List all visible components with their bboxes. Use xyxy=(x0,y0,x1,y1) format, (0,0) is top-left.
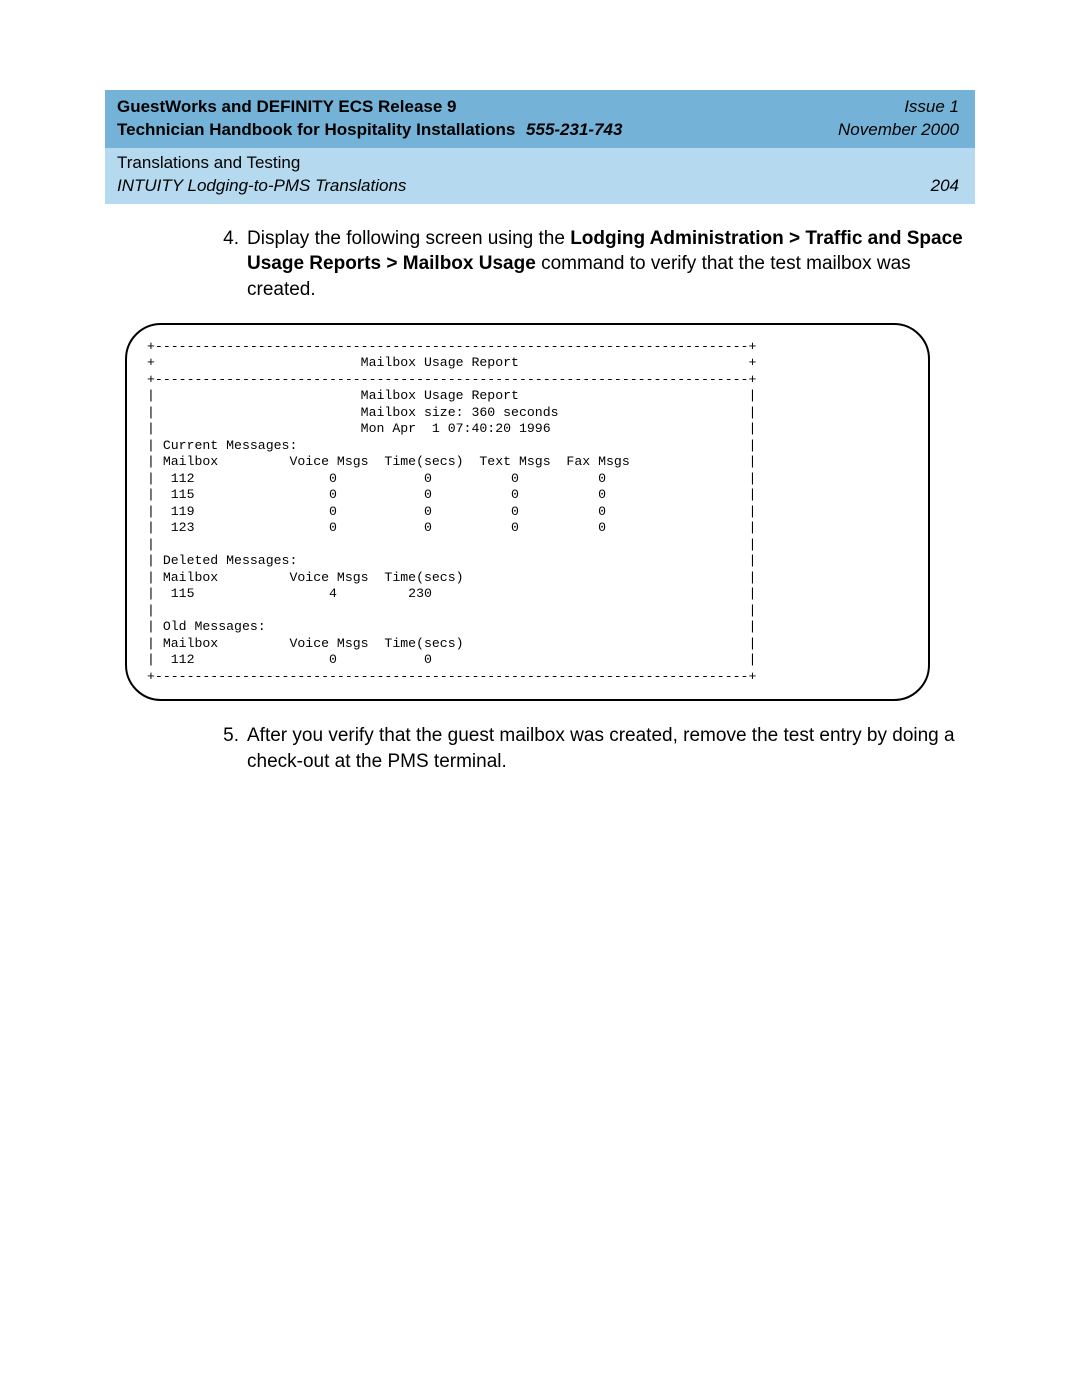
header-left: GuestWorks and DEFINITY ECS Release 9 Te… xyxy=(117,96,818,142)
step-5-body: After you verify that the guest mailbox … xyxy=(247,723,965,774)
page-header-bar: GuestWorks and DEFINITY ECS Release 9 Te… xyxy=(105,90,975,148)
step-4: 4. Display the following screen using th… xyxy=(105,226,975,303)
subheader-right: 204 xyxy=(911,152,959,198)
mailbox-usage-report-terminal: +---------------------------------------… xyxy=(125,323,930,702)
step-5-number: 5. xyxy=(205,723,247,749)
header-title-line1: GuestWorks and DEFINITY ECS Release 9 xyxy=(117,97,457,116)
header-right: Issue 1 November 2000 xyxy=(818,96,959,142)
document-page: GuestWorks and DEFINITY ECS Release 9 Te… xyxy=(0,0,1080,1397)
header-docnum: 555-231-743 xyxy=(526,120,622,139)
page-subheader-bar: Translations and Testing INTUITY Lodging… xyxy=(105,148,975,204)
header-date: November 2000 xyxy=(838,119,959,142)
step-4-body: Display the following screen using the L… xyxy=(247,226,965,303)
step-4-pre: Display the following screen using the xyxy=(247,228,570,249)
subheader-left: Translations and Testing INTUITY Lodging… xyxy=(117,152,911,198)
header-issue: Issue 1 xyxy=(838,96,959,119)
subheader-line2: INTUITY Lodging-to-PMS Translations xyxy=(117,175,911,198)
header-title-line2: Technician Handbook for Hospitality Inst… xyxy=(117,120,515,139)
step-5: 5. After you verify that the guest mailb… xyxy=(105,723,975,774)
subheader-line1: Translations and Testing xyxy=(117,152,911,175)
terminal-screenshot-container: +---------------------------------------… xyxy=(105,323,975,702)
page-number: 204 xyxy=(931,175,959,198)
step-4-number: 4. xyxy=(205,226,247,252)
